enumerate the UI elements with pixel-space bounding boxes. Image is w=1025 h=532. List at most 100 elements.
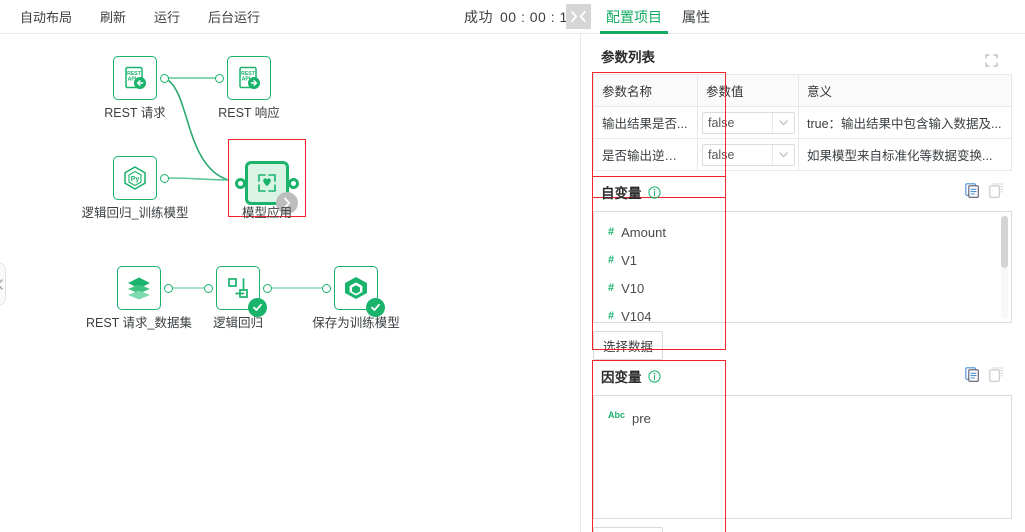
tab-properties[interactable]: 属性 — [672, 7, 720, 34]
config-panel: 参数列表 参数名称 参数值 意义 输出结果是否... false true：输出… — [580, 34, 1025, 532]
node-model-apply-output-port[interactable] — [288, 178, 299, 189]
node-model-apply-input-port[interactable] — [235, 178, 246, 189]
dependent-variable-title-row: 因变量 — [593, 360, 1012, 395]
independent-list-scrollbar-thumb[interactable] — [1001, 216, 1008, 268]
workflow-canvas[interactable]: REST API REST 请求 REST API REST 响应 Py 逻辑回… — [0, 34, 580, 532]
list-item[interactable]: Abc pre — [594, 404, 1011, 432]
field-type-tag: # — [608, 254, 615, 266]
node-logistic-regression-label: 逻辑回归 — [212, 316, 264, 330]
node-rest-request-box[interactable]: REST API — [113, 56, 157, 100]
canvas-collapse-handle[interactable] — [0, 262, 6, 306]
independent-variable-section: 自变量 # Amount # V1 # V10 # V104 选择数据 — [593, 176, 1012, 360]
table-row: 是否输出逆变换 false 如果模型来自标准化等数据变换... — [593, 138, 1012, 171]
node-rest-request-dataset-label: REST 请求_数据集 — [85, 316, 193, 330]
node-logistic-regression-train-model[interactable]: Py 逻辑回归_训练模型 — [82, 156, 188, 220]
run-status-label: 成功 — [464, 9, 493, 25]
node-rest-response[interactable]: REST API REST 响应 — [215, 56, 280, 120]
rest-api-request-icon: REST API — [125, 66, 146, 89]
node-rest-request-dataset-output-port[interactable] — [164, 284, 173, 293]
svg-text:Py: Py — [131, 176, 140, 183]
node-rest-request-dataset[interactable]: REST 请求_数据集 — [86, 266, 192, 330]
model-apply-icon — [258, 174, 276, 192]
run-status: 成功 00 : 00 : 10 — [464, 0, 576, 34]
field-type-tag: # — [608, 226, 615, 238]
node-rest-request-dataset-box[interactable] — [117, 266, 161, 310]
param-value-cell-0[interactable]: false — [697, 106, 799, 139]
list-item[interactable]: # V10 — [594, 274, 1011, 302]
col-param-meaning: 意义 — [798, 74, 1012, 107]
dependent-select-data-button[interactable]: 选择数据 — [593, 527, 664, 532]
toolbar-item-refresh[interactable]: 刷新 — [86, 0, 140, 34]
top-toolbar: 自动布局 刷新 运行 后台运行 成功 00 : 00 : 10 配置项目 属性 — [0, 0, 1025, 34]
node-rest-response-label: REST 响应 — [218, 106, 280, 120]
node-rest-request-output-port[interactable] — [160, 74, 169, 83]
node-rest-response-input-port[interactable] — [215, 74, 224, 83]
list-item[interactable]: # Amount — [594, 218, 1011, 246]
collapse-horizontal-icon — [571, 11, 586, 22]
field-type-tag: Abc — [608, 410, 626, 420]
copy-icon[interactable] — [965, 367, 980, 382]
param-value-select-1[interactable]: false — [702, 143, 795, 166]
dependent-variable-list[interactable]: Abc pre — [593, 395, 1012, 519]
node-logistic-regression-train-model-output-port[interactable] — [160, 174, 169, 183]
field-name: pre — [632, 410, 651, 426]
node-logistic-regression[interactable]: 逻辑回归 — [204, 266, 272, 330]
node-model-apply[interactable]: 模型应用 — [228, 139, 306, 220]
panel-collapse-button[interactable] — [566, 4, 591, 29]
node-model-apply-label: 模型应用 — [241, 206, 293, 220]
info-circle-icon[interactable] — [647, 369, 661, 383]
field-name: V1 — [621, 252, 638, 268]
parameter-table: 参数名称 参数值 意义 输出结果是否... false true：输出结果中包含… — [593, 74, 1012, 171]
col-param-value: 参数值 — [697, 74, 799, 107]
list-item[interactable]: # V104 — [594, 302, 1011, 323]
node-save-as-train-model-label: 保存为训练模型 — [312, 316, 400, 330]
node-save-as-train-model-input-port[interactable] — [322, 284, 331, 293]
field-name: Amount — [621, 224, 666, 240]
list-item[interactable]: # V1 — [594, 246, 1011, 274]
copy-icon[interactable] — [965, 183, 980, 198]
toolbar-item-run[interactable]: 运行 — [140, 0, 194, 34]
node-rest-request[interactable]: REST API REST 请求 — [104, 56, 169, 120]
rest-api-response-icon: REST API — [239, 66, 260, 89]
independent-select-data-button[interactable]: 选择数据 — [593, 331, 664, 360]
toolbar-item-auto-layout[interactable]: 自动布局 — [6, 0, 86, 34]
tab-config-items[interactable]: 配置项目 — [596, 7, 672, 34]
parameter-list-expand-button[interactable] — [985, 54, 998, 72]
node-save-as-train-model[interactable]: 保存为训练模型 — [312, 266, 400, 330]
paste-icon[interactable] — [989, 183, 1004, 198]
chevron-left-icon — [0, 278, 3, 290]
field-name: V10 — [621, 280, 645, 296]
dependent-variable-title: 因变量 — [601, 370, 642, 385]
param-meaning-1: 如果模型来自标准化等数据变换... — [798, 138, 1012, 171]
param-meaning-0: true：输出结果中包含输入数据及... — [798, 106, 1012, 139]
node-rest-request-label: REST 请求 — [104, 106, 166, 120]
dataset-layers-icon — [128, 277, 150, 300]
paste-icon[interactable] — [989, 367, 1004, 382]
node-logistic-regression-box[interactable] — [216, 266, 267, 317]
parameter-list-section: 参数列表 参数名称 参数值 意义 输出结果是否... false true：输出… — [593, 40, 1012, 171]
dependent-variable-section: 因变量 Abc pre — [593, 360, 1012, 532]
param-value-cell-1[interactable]: false — [697, 138, 799, 171]
parameter-table-header-row: 参数名称 参数值 意义 — [593, 74, 1012, 107]
param-value-text-0: false — [708, 115, 735, 130]
node-logistic-regression-input-port[interactable] — [204, 284, 213, 293]
independent-variable-title-row: 自变量 — [593, 176, 1012, 211]
node-logistic-regression-output-port[interactable] — [263, 284, 272, 293]
param-value-select-0[interactable]: false — [702, 111, 795, 134]
toolbar-item-run-background[interactable]: 后台运行 — [194, 0, 274, 34]
parameter-list-title: 参数列表 — [601, 50, 655, 65]
independent-variable-title: 自变量 — [601, 186, 642, 201]
node-save-as-train-model-box[interactable] — [334, 266, 385, 317]
independent-variable-list[interactable]: # Amount # V1 # V10 # V104 — [593, 211, 1012, 323]
node-logistic-regression-train-model-box[interactable]: Py — [113, 156, 157, 200]
flowchart-nodes-icon — [228, 278, 248, 298]
param-name-1: 是否输出逆变换 — [593, 138, 698, 171]
run-status-time: 00 : 00 : 10 — [500, 9, 577, 25]
field-name: V104 — [621, 308, 652, 323]
node-rest-response-box[interactable]: REST API — [227, 56, 271, 100]
info-circle-icon[interactable] — [647, 185, 661, 199]
table-row: 输出结果是否... false true：输出结果中包含输入数据及... — [593, 106, 1012, 139]
chevron-down-icon — [772, 112, 794, 133]
chevron-down-icon — [772, 144, 794, 165]
node-logistic-regression-train-model-label: 逻辑回归_训练模型 — [81, 206, 189, 220]
